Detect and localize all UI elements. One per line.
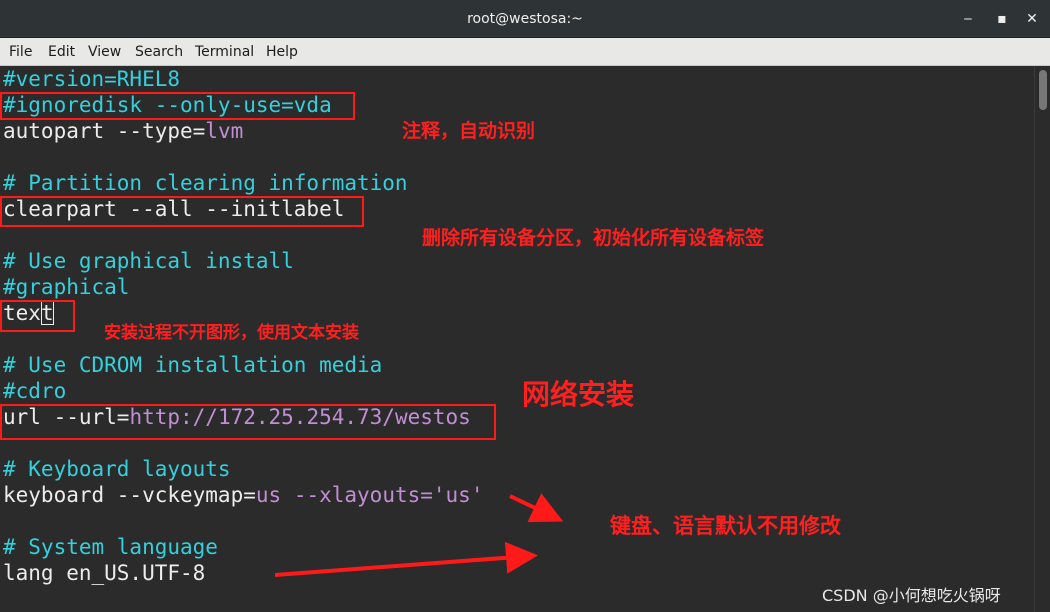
annotation-arrows	[274, 493, 564, 577]
arrow-language	[274, 541, 538, 577]
arrow-keyboard	[509, 493, 564, 523]
watermark: CSDN @小何想吃火锅呀	[822, 586, 1001, 605]
